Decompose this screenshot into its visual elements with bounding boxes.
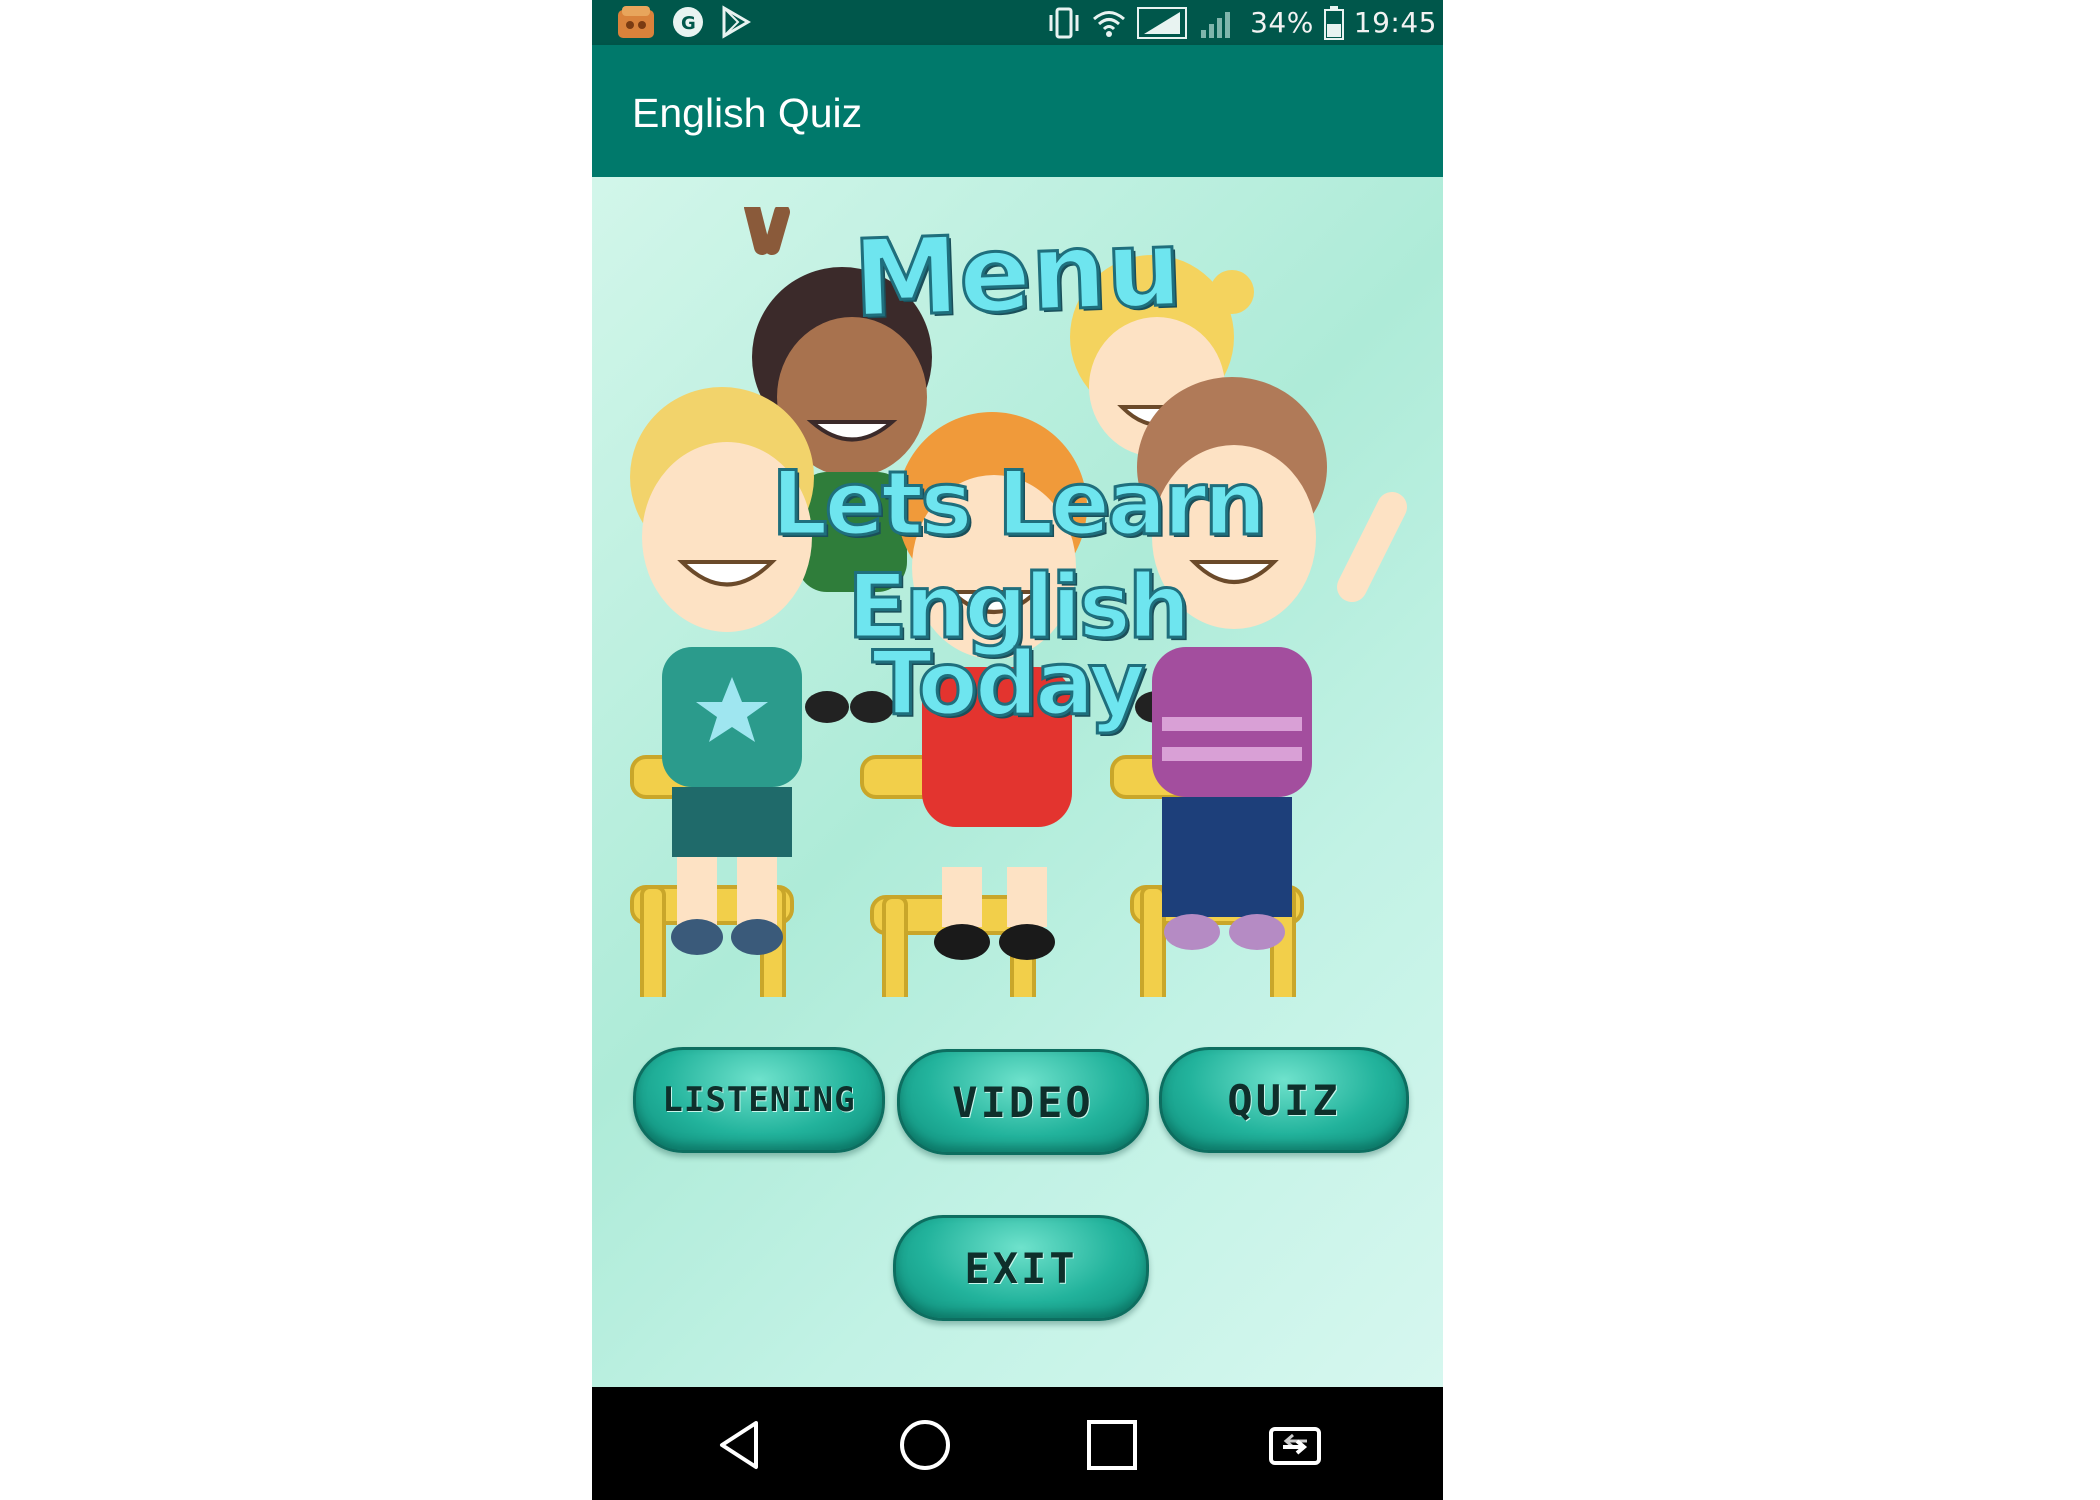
home-icon[interactable] (897, 1417, 953, 1473)
app-notification-icon (618, 6, 654, 38)
svg-text:G: G (681, 13, 696, 34)
menu-subtitle-line2: Today (871, 631, 1148, 737)
exit-button[interactable]: EXIT (893, 1215, 1149, 1321)
battery-percent: 34% (1250, 6, 1314, 39)
app-toolbar: English Quiz (592, 45, 1443, 177)
play-store-icon (722, 5, 751, 39)
quiz-button[interactable]: QUIZ (1159, 1047, 1409, 1153)
wifi-icon (1093, 10, 1126, 37)
app-title: English Quiz (632, 90, 863, 136)
main-content: Menu Lets Learn English Today LISTENING … (592, 177, 1443, 1387)
shop-notification-icon: G (673, 7, 703, 37)
battery-icon (1323, 5, 1344, 40)
status-bar: G 34% 19:45 (592, 0, 1443, 45)
video-button[interactable]: VIDEO (897, 1049, 1149, 1155)
recents-icon[interactable] (1084, 1417, 1140, 1473)
signal-icon (1137, 6, 1188, 39)
listening-button[interactable]: LISTENING (633, 1047, 885, 1153)
menu-subtitle-line1: Lets Learn English (770, 451, 1268, 660)
vibrate-icon (1049, 7, 1079, 38)
signal-secondary-icon (1201, 11, 1231, 38)
status-time: 19:45 (1353, 6, 1437, 39)
navigation-bar (592, 1387, 1443, 1500)
screen-switch-icon[interactable] (1267, 1417, 1323, 1473)
back-icon[interactable] (712, 1417, 768, 1473)
phone-screen: G 34% 19:45 English Quiz Menu Lets Learn… (592, 0, 1443, 1500)
